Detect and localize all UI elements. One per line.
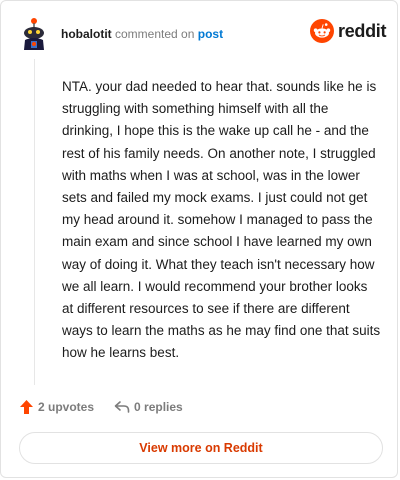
reddit-logo-icon — [310, 19, 334, 43]
comment-actions: 2 upvotes 0 replies — [19, 399, 183, 415]
embed-card: hobalotit commented on post reddit NTA. … — [0, 0, 398, 478]
comment-body: NTA. your dad needed to hear that. sound… — [62, 79, 381, 361]
reddit-wordmark: reddit — [338, 20, 387, 41]
upvote-arrow-icon — [20, 400, 33, 414]
view-more-button[interactable]: View more on Reddit — [19, 432, 383, 464]
user-avatar-icon — [24, 18, 44, 50]
upvote-count: 2 upvotes — [38, 400, 95, 414]
reply-icon — [114, 401, 130, 413]
comment-header: hobalotit commented on post — [61, 27, 223, 41]
username-link[interactable]: hobalotit — [61, 27, 112, 41]
avatar[interactable] — [19, 17, 49, 51]
reddit-logo[interactable]: reddit — [310, 19, 387, 43]
post-link[interactable]: post — [198, 27, 223, 41]
reply-count: 0 replies — [134, 400, 183, 414]
header-action-text: commented on — [115, 27, 195, 41]
thread-line — [34, 59, 35, 385]
upvote-button[interactable]: 2 upvotes — [19, 399, 94, 415]
reply-button[interactable]: 0 replies — [114, 400, 183, 414]
